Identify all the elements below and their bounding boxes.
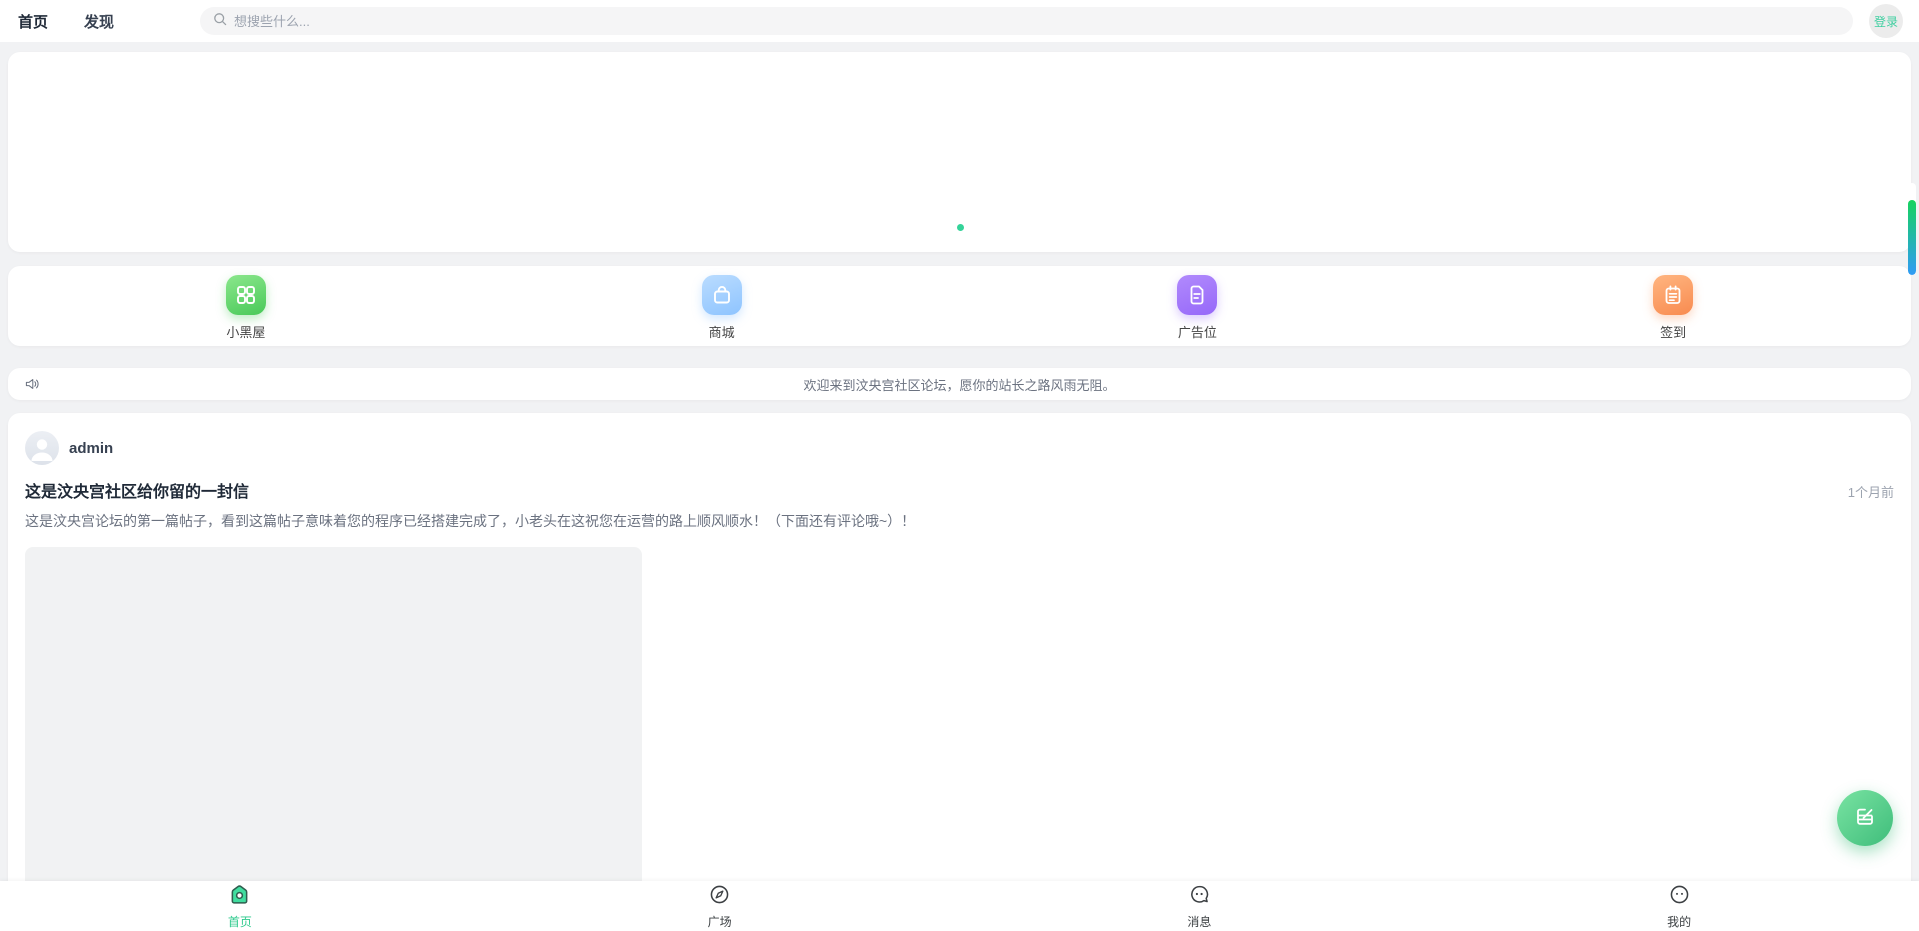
post-image-placeholder[interactable] bbox=[25, 547, 642, 931]
post-card[interactable]: admin 这是汶央宫社区给你留的一封信 1个月前 这是汶央宫论坛的第一篇帖子，… bbox=[8, 413, 1911, 931]
login-button[interactable]: 登录 bbox=[1869, 4, 1903, 38]
compose-fab[interactable] bbox=[1837, 790, 1893, 846]
shortcut-label: 广告位 bbox=[1178, 322, 1217, 341]
grid-icon bbox=[226, 275, 266, 315]
nav-item-profile[interactable]: 我的 bbox=[1439, 881, 1919, 931]
login-label: 登录 bbox=[1874, 13, 1898, 30]
bottom-nav: 首页 广场 消息 我的 bbox=[0, 881, 1919, 931]
top-bar: 首页 发现 登录 bbox=[0, 0, 1919, 42]
document-icon bbox=[1177, 275, 1217, 315]
shortcut-label: 签到 bbox=[1660, 322, 1686, 341]
shortcut-blackhouse[interactable]: 小黑屋 bbox=[8, 266, 484, 346]
post-author[interactable]: admin bbox=[69, 440, 113, 457]
nav-item-square[interactable]: 广场 bbox=[480, 881, 960, 931]
nav-label-profile: 我的 bbox=[1667, 913, 1691, 930]
home-icon bbox=[228, 883, 251, 911]
nav-label-messages: 消息 bbox=[1187, 913, 1211, 930]
scrollbar-thumb[interactable] bbox=[1908, 183, 1916, 275]
shortcut-label: 商城 bbox=[709, 322, 735, 341]
message-icon bbox=[1188, 883, 1211, 911]
post-title[interactable]: 这是汶央宫社区给你留的一封信 bbox=[25, 478, 249, 502]
shortcuts-card: 小黑屋 商城 广告位 bbox=[8, 266, 1911, 346]
tab-discover-label: 发现 bbox=[84, 14, 114, 31]
person-icon bbox=[25, 431, 59, 465]
nav-item-home[interactable]: 首页 bbox=[0, 881, 480, 931]
shortcut-mall[interactable]: 商城 bbox=[484, 266, 960, 346]
post-timestamp: 1个月前 bbox=[1848, 482, 1894, 501]
search-input[interactable] bbox=[234, 14, 1841, 29]
compose-icon bbox=[1853, 804, 1877, 833]
nav-label-home: 首页 bbox=[228, 913, 252, 930]
nav-item-messages[interactable]: 消息 bbox=[960, 881, 1440, 931]
post-header: admin bbox=[25, 431, 1894, 465]
speaker-icon bbox=[24, 376, 40, 397]
carousel-indicator-dot bbox=[957, 224, 964, 231]
banner-carousel[interactable] bbox=[8, 52, 1911, 252]
profile-icon bbox=[1668, 883, 1691, 911]
post-body: 这是汶央宫论坛的第一篇帖子，看到这篇帖子意味着您的程序已经搭建完成了，小老头在这… bbox=[25, 511, 1894, 531]
shortcut-ads[interactable]: 广告位 bbox=[960, 266, 1436, 346]
post-title-row: 这是汶央宫社区给你留的一封信 1个月前 bbox=[25, 478, 1894, 502]
avatar[interactable] bbox=[25, 431, 59, 465]
search-bar[interactable] bbox=[200, 7, 1853, 35]
announcement-text: 欢迎来到汶央宫社区论坛，愿你的站长之路风雨无阻。 bbox=[8, 375, 1911, 394]
announcement-bar[interactable]: 欢迎来到汶央宫社区论坛，愿你的站长之路风雨无阻。 bbox=[8, 368, 1911, 400]
tab-home[interactable]: 首页 bbox=[16, 9, 50, 34]
tab-discover[interactable]: 发现 bbox=[82, 9, 116, 34]
shortcut-label: 小黑屋 bbox=[226, 322, 265, 341]
search-icon bbox=[212, 11, 228, 32]
tab-home-label: 首页 bbox=[18, 14, 48, 31]
clipboard-icon bbox=[1653, 275, 1693, 315]
nav-label-square: 广场 bbox=[708, 913, 732, 930]
compass-icon bbox=[708, 883, 731, 911]
shortcut-checkin[interactable]: 签到 bbox=[1435, 266, 1911, 346]
shopping-bag-icon bbox=[702, 275, 742, 315]
